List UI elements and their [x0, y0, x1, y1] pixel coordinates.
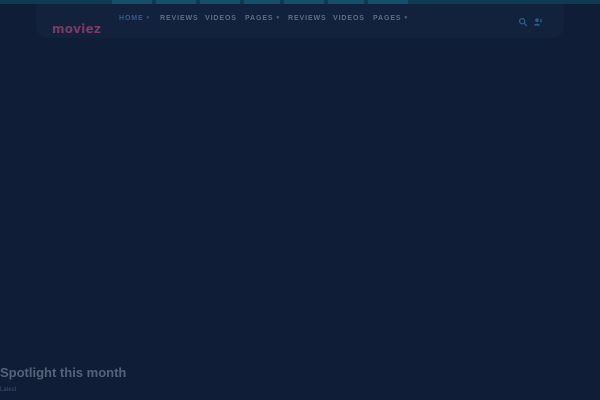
nav-item-pages[interactable]: PAGES ▾ — [245, 15, 280, 22]
user-icon — [534, 18, 542, 26]
main-nav: HOME ▾ REVIEWS VIDEOS PAGES ▾ REVIEWS VIDE… — [0, 15, 600, 27]
search-icon — [518, 17, 528, 27]
nav-item-videos-2[interactable]: VIDEOS — [333, 15, 365, 22]
chevron-down-icon: ▾ — [146, 15, 151, 21]
nav-item-label: PAGES — [245, 15, 274, 22]
nav-item-reviews[interactable]: REVIEWS — [160, 15, 199, 22]
nav-item-videos[interactable]: VIDEOS — [205, 15, 237, 22]
nav-item-label: HOME — [119, 15, 144, 22]
nav-item-reviews-2[interactable]: REVIEWS — [288, 15, 327, 22]
spotlight-title: Spotlight this month — [0, 365, 127, 380]
nav-item-label: REVIEWS — [288, 15, 327, 22]
nav-item-home[interactable]: HOME ▾ — [119, 15, 150, 22]
nav-item-pages-2[interactable]: PAGES ▾ — [373, 15, 408, 22]
search-button[interactable] — [518, 14, 528, 27]
chevron-down-icon: ▾ — [276, 15, 280, 21]
nav-item-label: VIDEOS — [205, 15, 237, 22]
account-button[interactable] — [533, 14, 543, 26]
spotlight-subtitle[interactable]: Latest — [0, 387, 16, 393]
nav-item-label: VIDEOS — [333, 15, 365, 22]
nav-item-label: REVIEWS — [160, 15, 199, 22]
nav-item-label: PAGES — [373, 15, 402, 22]
chevron-down-icon: ▾ — [404, 15, 408, 21]
